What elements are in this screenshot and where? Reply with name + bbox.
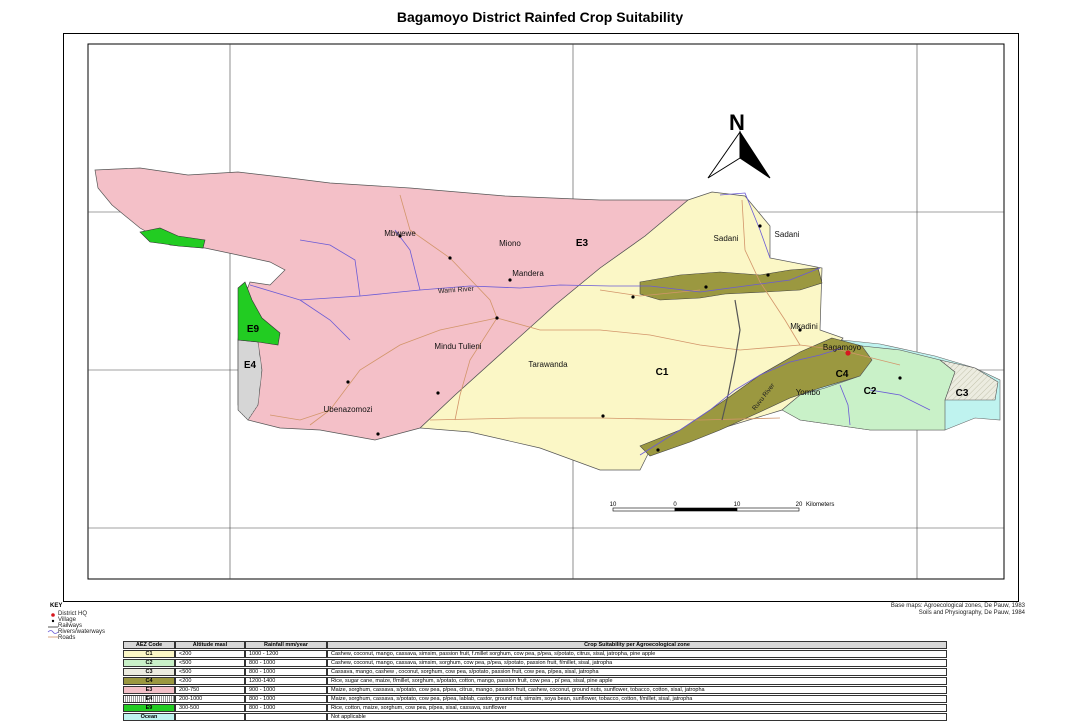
header-crop-suitability: Crop Suitability per Agroecological zone — [327, 641, 947, 649]
row-code: C4 — [123, 677, 175, 685]
scale-bar — [612, 507, 800, 512]
key-label: KEY — [50, 603, 63, 609]
row-code: C1 — [123, 650, 175, 658]
table-row: C3 <500 800 - 1000 Cassava, mango, cashe… — [123, 668, 947, 676]
zone-label-e3: E3 — [576, 238, 589, 249]
source-line-1: Base maps: Agroecological zones, De Pauw… — [890, 603, 1025, 609]
table-row: E4 200-1000 800 - 1000 Maize, sorghum, c… — [123, 695, 947, 703]
row-rainfall: 900 - 1000 — [245, 686, 327, 694]
row-crops: Cashew, coconut, mango, cassava, simsim,… — [327, 659, 947, 667]
scale-tick-3: 10 — [734, 502, 741, 508]
scale-tick-1: 10 — [610, 502, 617, 508]
header-altitude: Altitude masl — [175, 641, 245, 649]
row-crops: Maize, sorghum, cassava, s/potato, cow p… — [327, 695, 947, 703]
table-row: E9 300-500 800 - 1000 Rice, cotton, maiz… — [123, 704, 947, 712]
zone-label-c3: C3 — [956, 388, 969, 399]
row-code: E4 — [123, 695, 175, 703]
source-line-2: Soils and Physiography, De Pauw, 1984 — [918, 610, 1025, 616]
row-altitude: <200 — [175, 650, 245, 658]
key-item-roads: Roads — [58, 635, 76, 641]
key-symbols — [47, 613, 59, 638]
row-altitude: <500 — [175, 659, 245, 667]
row-altitude: 300-500 — [175, 704, 245, 712]
place-label-mandera: Mandera — [512, 269, 544, 278]
row-altitude: <500 — [175, 668, 245, 676]
place-label-sadani-1: Sadani — [714, 234, 739, 243]
table-row: E3 200-750 900 - 1000 Maize, sorghum, ca… — [123, 686, 947, 694]
row-rainfall: 800 - 1000 — [245, 659, 327, 667]
row-crops: Cashew, coconut, mango, cassava, simsim,… — [327, 650, 947, 658]
zone-label-c4: C4 — [836, 369, 849, 380]
place-label-miono: Miono — [499, 239, 521, 248]
row-crops: Maize, sorghum, cassava, s/potato, cow p… — [327, 686, 947, 694]
place-label-mbwewe: Mbwewe — [384, 229, 416, 238]
scale-tick-4: 20 — [796, 502, 803, 508]
zone-label-c2: C2 — [864, 386, 877, 397]
row-rainfall: 800 - 1000 — [245, 704, 327, 712]
row-rainfall: 800 - 1000 — [245, 695, 327, 703]
row-altitude: 200-1000 — [175, 695, 245, 703]
header-aez-code: AEZ Code — [123, 641, 175, 649]
header-rainfall: Rainfall mm/year — [245, 641, 327, 649]
place-label-bagamoyo: Bagamoyo — [823, 343, 862, 352]
row-code: C3 — [123, 668, 175, 676]
row-crops: Cassava, mango, cashew , coconut, sorghu… — [327, 668, 947, 676]
row-rainfall: 800 - 1000 — [245, 668, 327, 676]
scale-unit: Kilometers — [806, 502, 834, 508]
table-row: C2 <500 800 - 1000 Cashew, coconut, mang… — [123, 659, 947, 667]
row-crops: Rice, sugar cane, maize, f/millet, sorgh… — [327, 677, 947, 685]
crop-suitability-table: AEZ Code Altitude masl Rainfall mm/year … — [123, 640, 947, 722]
row-code: C2 — [123, 659, 175, 667]
zone-label-e4: E4 — [244, 360, 257, 371]
place-label-mkadini: Mkadini — [790, 322, 818, 331]
north-label: N — [729, 110, 745, 135]
row-altitude: <200 — [175, 677, 245, 685]
place-label-tarawanda: Tarawanda — [528, 360, 568, 369]
row-altitude: 200-750 — [175, 686, 245, 694]
place-label-ubenazomozi: Ubenazomozi — [324, 405, 373, 414]
zone-label-e9: E9 — [247, 324, 260, 335]
zone-label-c1: C1 — [656, 367, 669, 378]
row-code: E9 — [123, 704, 175, 712]
table-row: C4 <200 1200-1400 Rice, sugar cane, maiz… — [123, 677, 947, 685]
row-code: E3 — [123, 686, 175, 694]
place-label-sadani-2: Sadani — [775, 230, 800, 239]
row-rainfall: 1200-1400 — [245, 677, 327, 685]
table-row: C1 <200 1000 - 1200 Cashew, coconut, man… — [123, 650, 947, 658]
source-note: Base maps: Agroecological zones, De Pauw… — [891, 603, 1025, 617]
place-label-yombo: Yombo — [796, 388, 821, 397]
table-header-row: AEZ Code Altitude masl Rainfall mm/year … — [123, 641, 947, 649]
row-crops: Rice, cotton, maize, sorghum, cow pea, p… — [327, 704, 947, 712]
row-rainfall: 1000 - 1200 — [245, 650, 327, 658]
place-label-mindu-tulieni: Mindu Tulieni — [434, 342, 481, 351]
